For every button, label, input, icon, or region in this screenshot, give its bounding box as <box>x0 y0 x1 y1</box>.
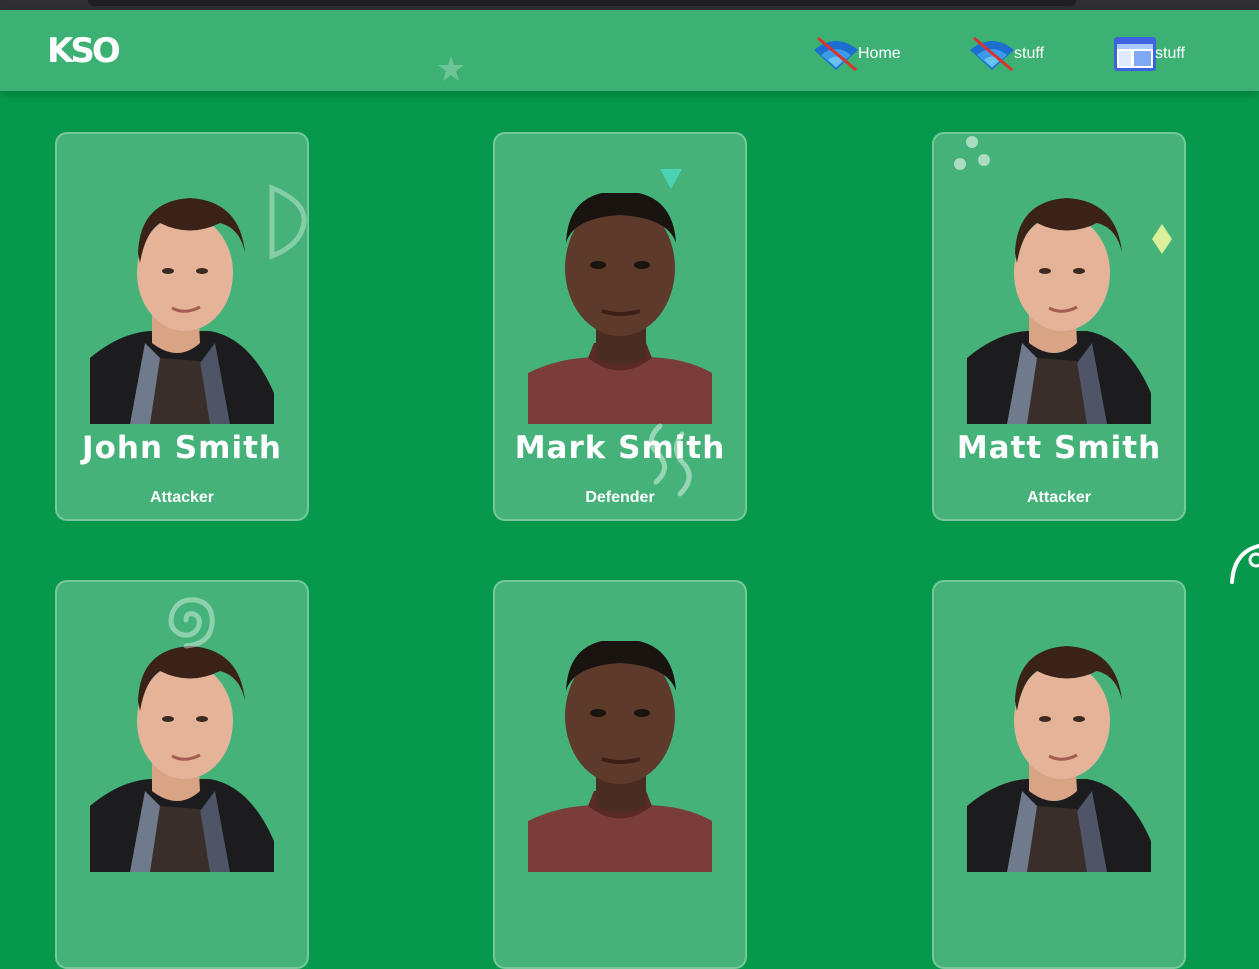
player-name: Matt Smith <box>956 430 1162 466</box>
arc-decoration-icon <box>1230 544 1259 584</box>
player-photo <box>528 193 712 424</box>
nav-stuff-link-2[interactable]: stuff <box>1113 36 1185 72</box>
nav-stuff-label-1: stuff <box>1014 45 1044 62</box>
wifi-off-icon <box>814 36 858 72</box>
player-name: John Smith <box>82 430 282 466</box>
top-navbar: KSO Home stuff stuff <box>0 10 1259 91</box>
player-role: Defender <box>585 489 655 506</box>
player-photo <box>967 641 1151 872</box>
player-card[interactable]: Mark Smith Defender <box>493 132 747 521</box>
browser-top-bar <box>0 0 1259 10</box>
nav-home-link[interactable]: Home <box>812 36 901 72</box>
wifi-off-icon <box>970 36 1014 72</box>
player-card[interactable] <box>493 580 747 969</box>
nav-stuff-link-1[interactable]: stuff <box>968 36 1044 72</box>
player-photo <box>967 193 1151 424</box>
player-photo <box>90 641 274 872</box>
player-role: Attacker <box>149 489 215 506</box>
player-card[interactable]: John Smith Attacker <box>55 132 309 521</box>
nav-stuff-label-2: stuff <box>1155 45 1185 62</box>
player-photo <box>528 641 712 872</box>
player-card[interactable] <box>932 580 1186 969</box>
nav-home-label: Home <box>858 45 901 62</box>
player-role: Attacker <box>1026 489 1092 506</box>
address-bar[interactable] <box>88 0 1076 6</box>
player-card[interactable]: Matt Smith Attacker <box>932 132 1186 521</box>
player-name: Mark Smith <box>514 430 726 466</box>
player-card[interactable] <box>55 580 309 969</box>
star-decoration-icon <box>438 56 464 81</box>
player-photo <box>90 193 274 424</box>
window-icon <box>1114 37 1156 71</box>
brand-logo[interactable]: KSO <box>47 31 121 71</box>
